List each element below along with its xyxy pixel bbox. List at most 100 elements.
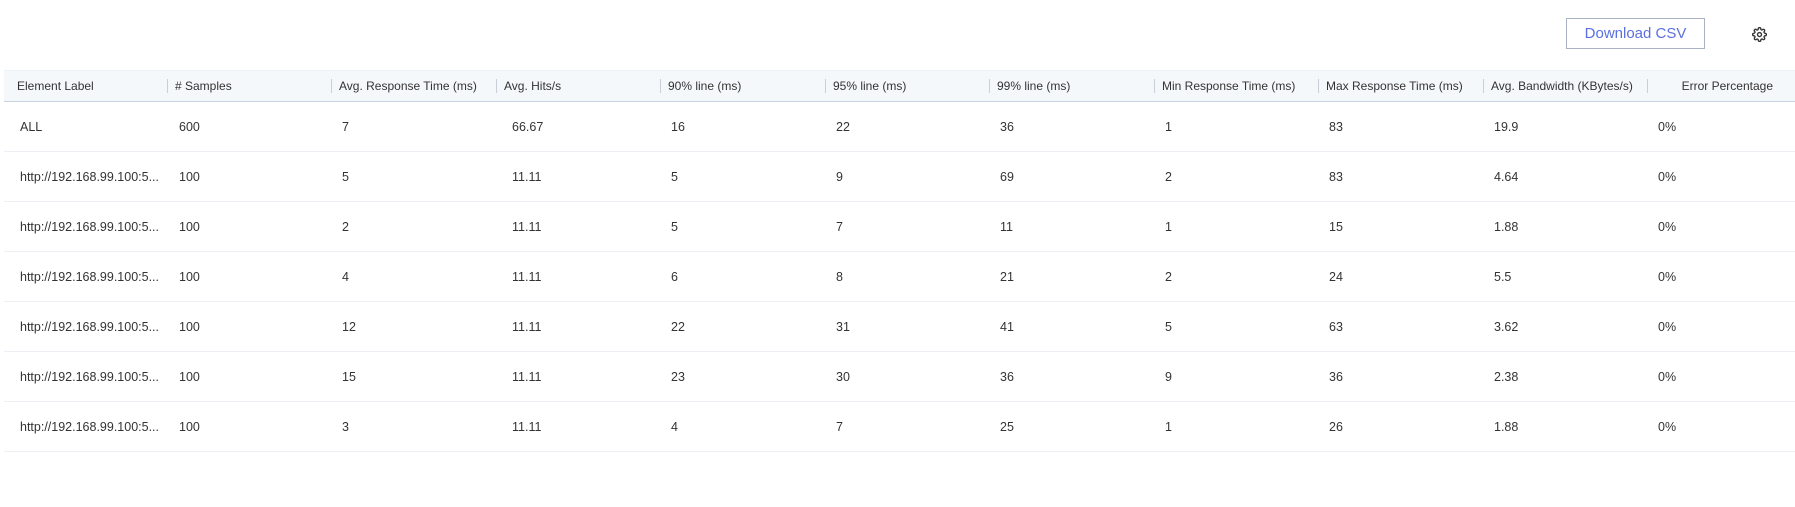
statistics-page: Download CSV Element Label # Samples Avg…: [0, 0, 1795, 507]
column-header-element-label[interactable]: Element Label: [4, 71, 167, 101]
cell-samples: 100: [179, 419, 200, 434]
cell-max-response-time: 26: [1329, 419, 1343, 434]
cell-90-line: 16: [671, 119, 685, 134]
cell-samples: 600: [179, 119, 200, 134]
cell-element-label: http://192.168.99.100:5...: [20, 369, 160, 384]
cell-95-line: 30: [836, 369, 850, 384]
column-header-min-response-time[interactable]: Min Response Time (ms): [1154, 71, 1318, 101]
cell-avg-bandwidth: 4.64: [1494, 169, 1519, 184]
cell-error-percentage: 0%: [1658, 319, 1677, 334]
cell-avg-response-time: 4: [342, 269, 349, 284]
cell-99-line: 21: [1000, 269, 1014, 284]
cell-avg-response-time: 3: [342, 419, 349, 434]
cell-max-response-time: 83: [1329, 119, 1343, 134]
column-header-avg-bandwidth[interactable]: Avg. Bandwidth (KBytes/s): [1483, 71, 1647, 101]
cell-99-line: 41: [1000, 319, 1014, 334]
cell-max-response-time: 15: [1329, 219, 1343, 234]
cell-90-line: 6: [671, 269, 678, 284]
cell-95-line: 8: [836, 269, 843, 284]
table-row[interactable]: http://192.168.99.100:5... 100 12 11.11 22 31…: [4, 302, 1795, 352]
cell-avg-bandwidth: 19.9: [1494, 119, 1519, 134]
table-body: ALL 600 7 66.67 16 22 36 1 83 19.9 0% http://192.16…: [4, 102, 1795, 452]
cell-avg-response-time: 5: [342, 169, 349, 184]
cell-avg-bandwidth: 1.88: [1494, 219, 1519, 234]
cell-element-label: http://192.168.99.100:5...: [20, 219, 160, 234]
cell-error-percentage: 0%: [1658, 119, 1677, 134]
cell-95-line: 9: [836, 169, 843, 184]
cell-error-percentage: 0%: [1658, 269, 1677, 284]
table-row[interactable]: http://192.168.99.100:5... 100 2 11.11 5 7 11 1…: [4, 202, 1795, 252]
cell-max-response-time: 63: [1329, 319, 1343, 334]
cell-99-line: 36: [1000, 119, 1014, 134]
cell-min-response-time: 1: [1165, 119, 1172, 134]
cell-element-label: http://192.168.99.100:5...: [20, 269, 160, 284]
table-row[interactable]: ALL 600 7 66.67 16 22 36 1 83 19.9 0%: [4, 102, 1795, 152]
cell-element-label: ALL: [20, 119, 43, 134]
cell-error-percentage: 0%: [1658, 219, 1677, 234]
cell-min-response-time: 1: [1165, 219, 1172, 234]
column-header-95-line[interactable]: 95% line (ms): [825, 71, 989, 101]
column-header-max-response-time[interactable]: Max Response Time (ms): [1318, 71, 1483, 101]
cell-samples: 100: [179, 369, 200, 384]
cell-95-line: 31: [836, 319, 850, 334]
cell-samples: 100: [179, 269, 200, 284]
cell-avg-hits: 11.11: [512, 369, 542, 384]
cell-95-line: 7: [836, 219, 843, 234]
table-row[interactable]: http://192.168.99.100:5... 100 5 11.11 5 9 69 2…: [4, 152, 1795, 202]
download-csv-button[interactable]: Download CSV: [1566, 18, 1705, 49]
table-row[interactable]: http://192.168.99.100:5... 100 4 11.11 6 8 21 2…: [4, 252, 1795, 302]
cell-avg-bandwidth: 1.88: [1494, 419, 1519, 434]
statistics-table: Element Label # Samples Avg. Response Ti…: [4, 70, 1795, 452]
cell-samples: 100: [179, 319, 200, 334]
cell-min-response-time: 2: [1165, 269, 1172, 284]
cell-95-line: 7: [836, 419, 843, 434]
cell-90-line: 22: [671, 319, 685, 334]
cell-max-response-time: 83: [1329, 169, 1343, 184]
column-header-avg-hits[interactable]: Avg. Hits/s: [496, 71, 660, 101]
cell-avg-hits: 11.11: [512, 219, 542, 234]
table-row[interactable]: http://192.168.99.100:5... 100 3 11.11 4 7 25 1…: [4, 402, 1795, 452]
cell-avg-bandwidth: 3.62: [1494, 319, 1519, 334]
cell-samples: 100: [179, 169, 200, 184]
cell-avg-bandwidth: 2.38: [1494, 369, 1519, 384]
cell-element-label: http://192.168.99.100:5...: [20, 319, 160, 334]
cell-avg-hits: 66.67: [512, 119, 544, 134]
table-header: Element Label # Samples Avg. Response Ti…: [4, 70, 1795, 102]
cell-90-line: 5: [671, 219, 678, 234]
cell-99-line: 69: [1000, 169, 1014, 184]
cell-min-response-time: 9: [1165, 369, 1172, 384]
cell-90-line: 23: [671, 369, 685, 384]
cell-error-percentage: 0%: [1658, 169, 1677, 184]
column-header-90-line[interactable]: 90% line (ms): [660, 71, 825, 101]
cell-avg-hits: 11.11: [512, 319, 542, 334]
cell-element-label: http://192.168.99.100:5...: [20, 419, 160, 434]
cell-99-line: 25: [1000, 419, 1014, 434]
cell-error-percentage: 0%: [1658, 369, 1677, 384]
cell-avg-response-time: 12: [342, 319, 356, 334]
cell-samples: 100: [179, 219, 200, 234]
cell-avg-response-time: 2: [342, 219, 349, 234]
cell-max-response-time: 24: [1329, 269, 1343, 284]
column-header-99-line[interactable]: 99% line (ms): [989, 71, 1154, 101]
column-header-avg-response-time[interactable]: Avg. Response Time (ms): [331, 71, 496, 101]
cell-90-line: 4: [671, 419, 678, 434]
cell-99-line: 36: [1000, 369, 1014, 384]
cell-avg-hits: 11.11: [512, 169, 542, 184]
cell-avg-response-time: 7: [342, 119, 349, 134]
cell-error-percentage: 0%: [1658, 419, 1677, 434]
table-row[interactable]: http://192.168.99.100:5... 100 15 11.11 23 30…: [4, 352, 1795, 402]
cell-avg-hits: 11.11: [512, 419, 542, 434]
cell-99-line: 11: [1000, 219, 1013, 234]
gear-icon[interactable]: [1751, 26, 1768, 43]
column-header-samples[interactable]: # Samples: [167, 71, 331, 101]
cell-element-label: http://192.168.99.100:5...: [20, 169, 160, 184]
cell-95-line: 22: [836, 119, 850, 134]
column-header-error-percentage[interactable]: Error Percentage: [1647, 71, 1795, 101]
cell-avg-hits: 11.11: [512, 269, 542, 284]
cell-avg-response-time: 15: [342, 369, 356, 384]
cell-min-response-time: 2: [1165, 169, 1172, 184]
cell-avg-bandwidth: 5.5: [1494, 269, 1512, 284]
cell-min-response-time: 1: [1165, 419, 1172, 434]
cell-max-response-time: 36: [1329, 369, 1343, 384]
cell-90-line: 5: [671, 169, 678, 184]
